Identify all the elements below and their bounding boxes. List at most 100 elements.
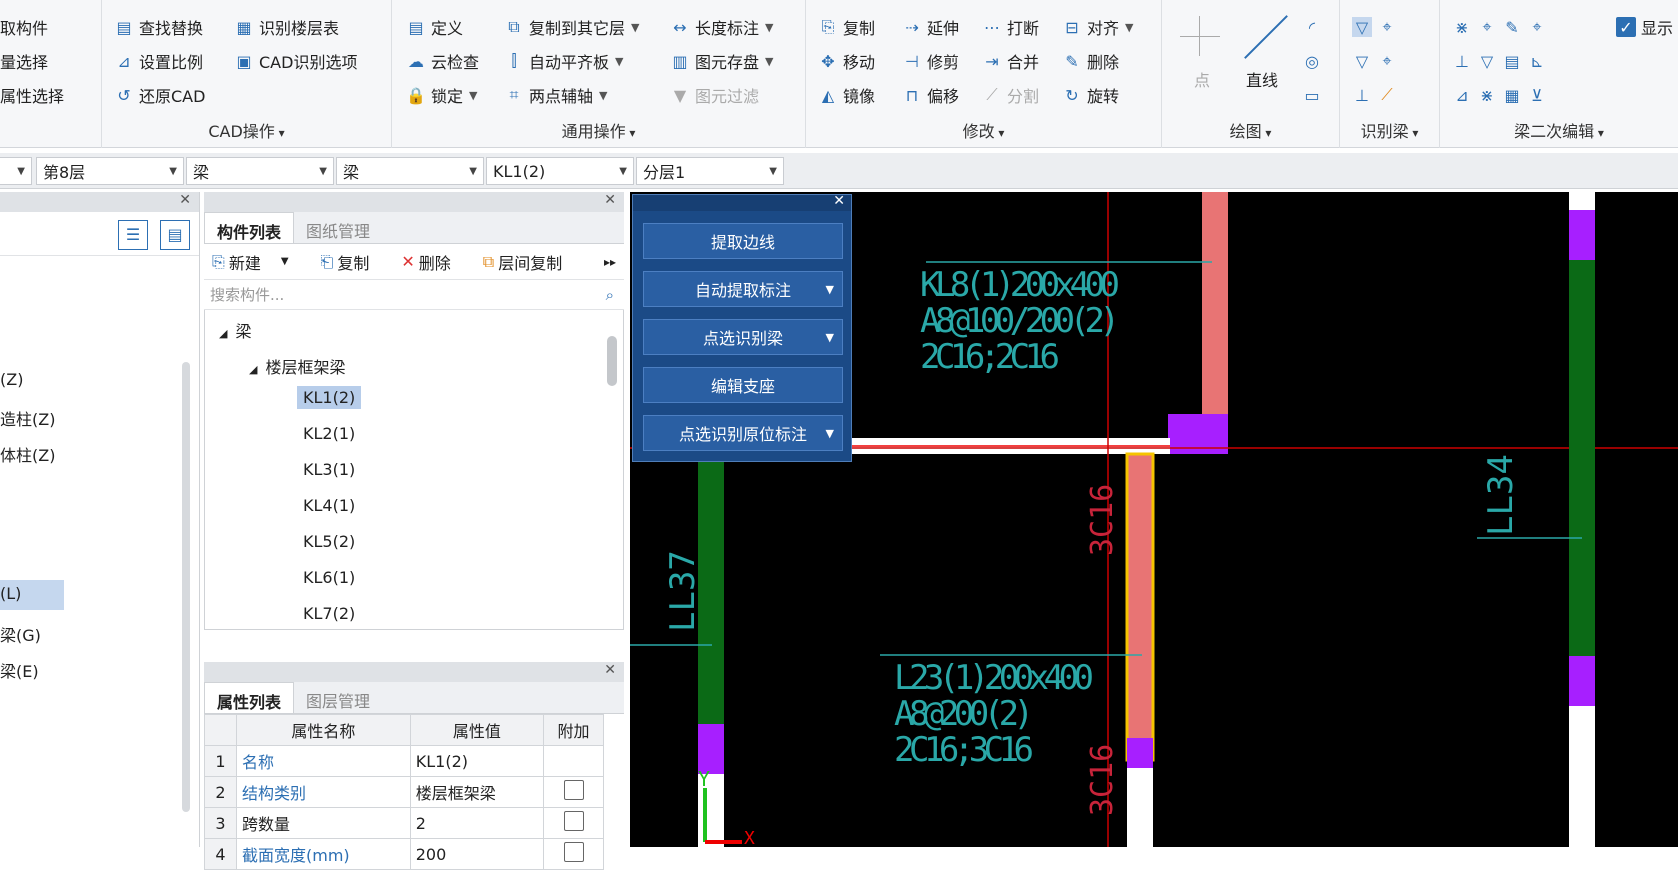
break-button[interactable]: ⋯ 打断 [982,12,1039,42]
table-row[interactable]: 4 截面宽度(mm) 200 [204,838,604,870]
tree-item[interactable]: KL3(1) [303,460,355,479]
component-select[interactable]: KL1(2) ▼ [486,157,634,185]
beam-l23[interactable] [1125,452,1155,762]
floor-select[interactable]: 第8层 ▼ [36,157,184,185]
select-by-attribute-button[interactable]: 按属性选择 [0,80,64,110]
tree-item[interactable]: KL7(2) [303,604,355,623]
arc-icon[interactable]: ◜ [1302,12,1327,42]
tab-drawing-management[interactable]: 图纸管理 [294,212,382,243]
delete-button[interactable]: ✎ 删除 [1062,46,1119,76]
tree-item[interactable]: KL4(1) [303,496,355,515]
mirror-button[interactable]: ◭ 镜像 [818,80,875,110]
identify-floor-table-button[interactable]: ▦ 识别楼层表 [234,12,339,42]
beam-kl8[interactable] [1202,192,1228,414]
nav-item-selected[interactable]: (L) [0,580,64,610]
close-icon[interactable]: ✕ [604,192,616,208]
tab-component-list[interactable]: 构件列表 [204,212,295,243]
cad-options-button[interactable]: ▣ CAD识别选项 [234,46,357,76]
circle-icon[interactable]: ◎ [1302,46,1327,76]
copy-to-other-floor-button[interactable]: ⧉ 复制到其它层 ▼ [504,12,639,42]
table-row[interactable]: 1 名称 KL1(2) [204,745,604,777]
auto-extract-annotation-button[interactable]: 自动提取标注 ▼ [643,271,843,307]
set-scale-button[interactable]: ⊿ 设置比例 [114,46,203,76]
delete-component-button[interactable]: ✕ 删除 [401,250,466,274]
nav-item[interactable]: 梁(G) [0,622,41,646]
copy-component-button[interactable]: ⎗ 复制 [321,250,386,274]
tab-layer-management[interactable]: 图层管理 [294,682,382,713]
batch-select-button[interactable]: 批量选择 [0,46,48,76]
element-filter-button[interactable]: ▼ 图元过滤 [670,80,759,110]
copy-between-floors-button[interactable]: ⧉ 层间复制 [483,250,578,274]
type2-select[interactable]: 梁 ▼ [336,157,484,185]
attach-checkbox[interactable] [563,842,584,862]
find-replace-button[interactable]: ▤ 查找替换 [114,12,203,42]
nav-item[interactable]: 造柱(Z) [0,406,55,430]
cloud-check-button[interactable]: ☁ 云检查 [406,46,479,76]
define-button[interactable]: ▤ 定义 [406,12,463,42]
pick-component-button[interactable]: 拾取构件 [0,12,48,42]
secondary-edit-icons-row3[interactable]: ⊿ ⋇ ▦ ⊻ [1452,80,1552,110]
card-view-icon[interactable]: ▤ [160,220,190,250]
extend-button[interactable]: ⇢ 延伸 [902,12,959,42]
point-icon[interactable] [1180,16,1220,56]
auto-flush-slab-button[interactable]: ⫿ 自动平齐板 ▼ [504,46,623,76]
restore-cad-button[interactable]: ↺ 还原CAD [114,80,205,110]
tree-item-selected[interactable]: KL1(2) [297,386,362,409]
nav-item[interactable]: (Z) [0,370,23,389]
trim-button[interactable]: ⊣ 修剪 [902,46,959,76]
click-identify-inplace-annotation-button[interactable]: 点选识别原位标注 ▼ [643,415,843,451]
more-icon[interactable]: ▸▸ [604,255,616,269]
list-view-icon[interactable]: ☰ [118,220,148,250]
align-button[interactable]: ⊟ 对齐 ▼ [1062,12,1133,42]
line-button[interactable]: 直线 [1246,64,1278,94]
tree-item[interactable]: KL6(1) [303,568,355,587]
scrollbar[interactable] [182,362,190,812]
line-icon[interactable] [1240,14,1290,59]
close-icon[interactable]: ✕ [833,193,845,209]
group-title-secondary[interactable]: 梁二次编辑 [1440,118,1678,142]
element-save-button[interactable]: ▥ 图元存盘 ▼ [670,46,773,76]
tree-scrollbar[interactable] [607,336,617,386]
rect-icon[interactable]: ▭ [1302,80,1327,110]
tree-root[interactable]: ◢ 梁 [219,318,251,342]
layer-select[interactable]: 分层1 ▼ [636,157,784,185]
tree-item[interactable]: KL2(1) [303,424,355,443]
copy-button[interactable]: ⎘ 复制 [818,12,875,42]
table-row[interactable]: 2 结构类别 楼层框架梁 [204,776,604,808]
tree-item[interactable]: KL5(2) [303,532,355,551]
tab-property-list[interactable]: 属性列表 [204,682,295,713]
group-title-modify[interactable]: 修改 [806,118,1161,142]
edit-support-button[interactable]: 编辑支座 [643,367,843,403]
two-point-axis-button[interactable]: ⌗ 两点辅轴 ▼ [504,80,607,110]
close-icon[interactable]: ✕ [179,192,191,208]
move-button[interactable]: ✥ 移动 [818,46,875,76]
table-row[interactable]: 3 跨数量 2 [204,807,604,839]
nav-item[interactable]: 体柱(Z) [0,442,55,466]
type1-select[interactable]: 梁 ▼ [186,157,334,185]
show-checkbox[interactable]: ✓ 显示 [1616,12,1673,42]
extract-edge-button[interactable]: 提取边线 [643,223,843,259]
close-icon[interactable]: ✕ [604,662,616,678]
identify-beam-2-icon[interactable]: ▽ ⌖ [1352,46,1402,76]
search-input[interactable]: 搜索构件... ⌕ [204,280,624,310]
tree-group[interactable]: ◢ 楼层框架梁 [249,354,345,378]
group-title-cad[interactable]: CAD操作 [102,118,391,142]
click-identify-beam-button[interactable]: 点选识别梁 ▼ [643,319,843,355]
rotate-button[interactable]: ↻ 旋转 [1062,80,1119,110]
nav-item[interactable]: 梁(E) [0,658,39,682]
selector-truncated[interactable]: ▼ [0,157,32,185]
secondary-edit-icons-row1[interactable]: ⋇ ⌖ ✎ ⌖ [1452,12,1552,42]
lock-button[interactable]: 🔒 锁定 ▼ [406,80,477,110]
offset-button[interactable]: ⊓ 偏移 [902,80,959,110]
identify-beam-icon[interactable]: ▽ ⌖ [1352,12,1402,42]
attach-checkbox[interactable] [563,811,584,831]
attach-checkbox[interactable] [563,780,584,800]
new-button[interactable]: ⎘ 新建 ▼ [212,250,305,274]
split-button[interactable]: ⟋ 分割 [982,80,1039,110]
length-dimension-button[interactable]: ↔ 长度标注 ▼ [670,12,773,42]
merge-button[interactable]: ⇥ 合并 [982,46,1039,76]
identify-beam-3-icon[interactable]: ⊥ ⟋ [1352,80,1402,110]
group-title-draw[interactable]: 绘图 [1162,118,1339,142]
secondary-edit-icons-row2[interactable]: ⊥ ▽ ▤ ⊾ [1452,46,1552,76]
group-title-common[interactable]: 通用操作 [392,118,805,142]
